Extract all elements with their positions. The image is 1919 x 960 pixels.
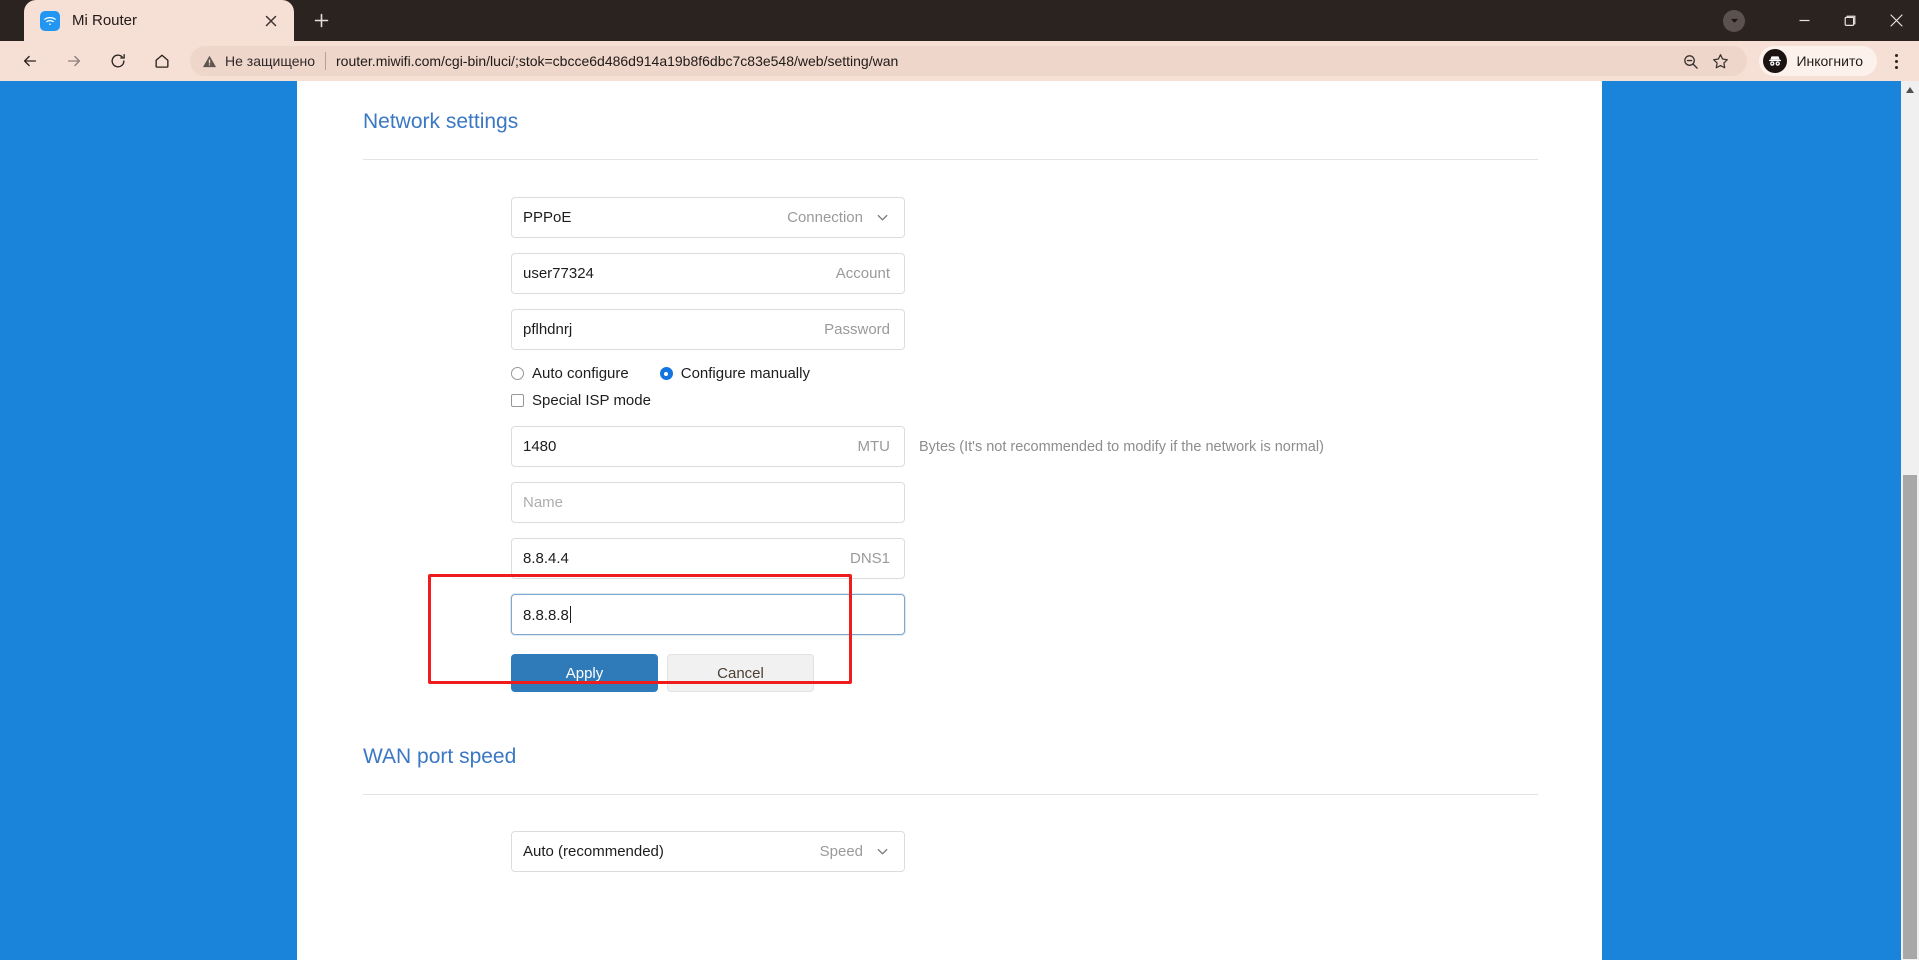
page-scrollbar[interactable] <box>1901 81 1919 960</box>
dns1-row: 8.8.4.4 DNS1 <box>363 538 1602 579</box>
apply-button[interactable]: Apply <box>511 654 658 692</box>
form-actions: Apply Cancel <box>363 654 1602 692</box>
browser-tab[interactable]: Mi Router <box>24 0 294 41</box>
speed-label: Speed <box>819 843 863 860</box>
dns2-row: 8.8.8.8 <box>363 594 1602 635</box>
incognito-label: Инкогнито <box>1796 53 1863 69</box>
close-icon[interactable] <box>1873 0 1919 41</box>
dns1-value: 8.8.4.4 <box>523 550 569 567</box>
connection-label: Connection <box>787 209 863 226</box>
close-icon[interactable] <box>258 8 284 34</box>
incognito-icon <box>1763 49 1788 73</box>
zoom-out-icon[interactable] <box>1675 46 1705 76</box>
name-placeholder: Name <box>523 494 564 511</box>
browser-toolbar: Не защищено router.miwifi.com/cgi-bin/lu… <box>0 41 1919 81</box>
network-settings-form: PPPoE Connection user77324 Account pflhd… <box>363 160 1602 692</box>
address-bar[interactable]: Не защищено router.miwifi.com/cgi-bin/lu… <box>190 46 1748 76</box>
password-value: pflhdnrj <box>523 321 573 338</box>
browser-window: Mi Router Не защищено router.miwifi.com/… <box>0 0 1919 960</box>
checkbox-special-isp-label: Special ISP mode <box>532 392 651 409</box>
dns2-value: 8.8.8.8 <box>523 605 571 624</box>
account-row: user77324 Account <box>363 253 1602 294</box>
dns1-label: DNS1 <box>849 550 890 567</box>
account-input[interactable]: user77324 Account <box>511 253 905 294</box>
account-label: Account <box>835 265 890 282</box>
mtu-value: 1480 <box>523 438 557 455</box>
cancel-button[interactable]: Cancel <box>667 654 814 692</box>
omnibox-divider <box>325 52 326 70</box>
checkbox-special-isp-control[interactable] <box>511 394 524 407</box>
tab-title: Mi Router <box>72 12 138 29</box>
home-icon[interactable] <box>145 44 179 78</box>
dns2-input[interactable]: 8.8.8.8 <box>511 594 905 635</box>
back-arrow-icon[interactable] <box>13 44 47 78</box>
mtu-hint: Bytes (It's not recommended to modify if… <box>919 438 1324 455</box>
connection-row: PPPoE Connection <box>363 197 1602 238</box>
checkbox-special-isp-mode[interactable]: Special ISP mode <box>511 392 651 409</box>
url-text: router.miwifi.com/cgi-bin/luci/;stok=cbc… <box>336 53 899 69</box>
warning-triangle-icon <box>202 54 217 69</box>
radio-auto-configure-label: Auto configure <box>532 365 629 382</box>
maximize-icon[interactable] <box>1827 0 1873 41</box>
wifi-icon <box>40 10 60 31</box>
minimize-icon[interactable] <box>1781 0 1827 41</box>
wan-port-speed-title: WAN port speed <box>363 745 517 768</box>
chevron-down-icon[interactable] <box>1723 9 1745 32</box>
chevron-down-icon[interactable] <box>875 210 890 225</box>
configure-mode-row: Auto configure Configure manually <box>363 365 1602 382</box>
password-label: Password <box>824 321 890 338</box>
speed-select[interactable]: Auto (recommended) Speed <box>511 831 905 872</box>
caret-up-icon[interactable] <box>1901 81 1919 99</box>
radio-auto-configure[interactable]: Auto configure <box>511 365 629 382</box>
mtu-label: MTU <box>857 438 891 455</box>
special-isp-row: Special ISP mode <box>363 392 1602 409</box>
password-input[interactable]: pflhdnrj Password <box>511 309 905 350</box>
dns1-input[interactable]: 8.8.4.4 DNS1 <box>511 538 905 579</box>
mtu-row: 1480 MTU Bytes (It's not recommended to … <box>363 426 1602 467</box>
forward-arrow-icon[interactable] <box>57 44 91 78</box>
section-divider-2 <box>363 794 1538 795</box>
browser-titlebar: Mi Router <box>0 0 1919 41</box>
radio-configure-manually[interactable]: Configure manually <box>659 365 810 382</box>
speed-row: Auto (recommended) Speed <box>363 831 1602 872</box>
name-row: Name <box>363 482 1602 523</box>
new-tab-button[interactable] <box>304 3 338 37</box>
radio-configure-manually-label: Configure manually <box>680 365 810 382</box>
radio-configure-manually-control[interactable] <box>659 367 673 380</box>
incognito-indicator[interactable]: Инкогнито <box>1759 46 1877 76</box>
speed-value: Auto (recommended) <box>523 843 664 860</box>
page-viewport: Network settings PPPoE Connection user77… <box>0 81 1919 960</box>
reload-icon[interactable] <box>101 44 135 78</box>
star-icon[interactable] <box>1705 46 1735 76</box>
security-status: Не защищено <box>225 53 315 69</box>
chevron-down-icon[interactable] <box>875 844 890 859</box>
password-row: pflhdnrj Password <box>363 309 1602 350</box>
radio-auto-configure-control[interactable] <box>511 367 524 380</box>
scrollbar-thumb[interactable] <box>1903 475 1917 959</box>
name-input[interactable]: Name <box>511 482 905 523</box>
router-settings-panel: Network settings PPPoE Connection user77… <box>297 81 1602 960</box>
window-controls <box>1723 0 1919 41</box>
page-title: Network settings <box>363 110 519 133</box>
mtu-input[interactable]: 1480 MTU <box>511 426 905 467</box>
connection-select[interactable]: PPPoE Connection <box>511 197 905 238</box>
text-cursor <box>569 605 571 623</box>
account-value: user77324 <box>523 265 594 282</box>
connection-value: PPPoE <box>523 209 572 226</box>
kebab-menu-icon[interactable] <box>1881 44 1911 78</box>
